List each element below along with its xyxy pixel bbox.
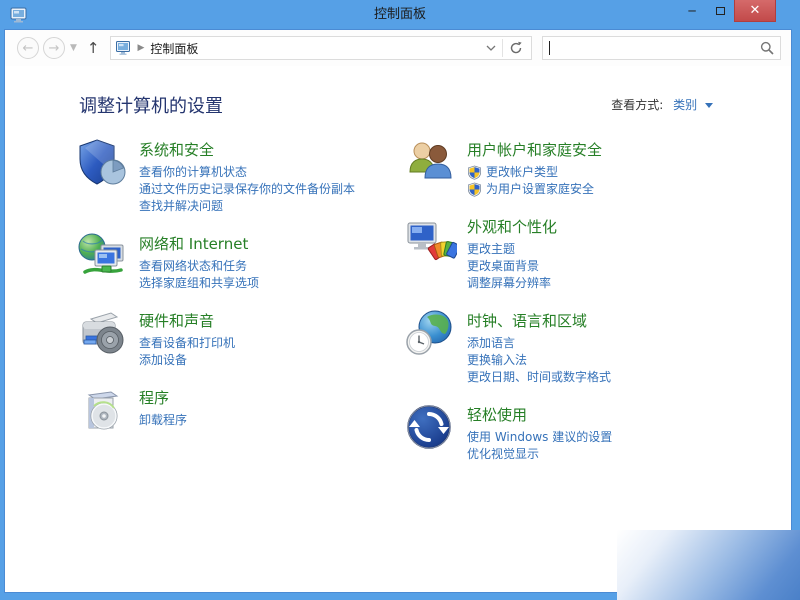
uac-shield-icon [467,165,482,180]
page-title: 调整计算机的设置 [79,92,223,118]
navigation-bar: ← → ▼ ↑ ▶ 控制面板 [5,30,791,66]
globe-clock-icon[interactable] [405,309,457,359]
breadcrumb-item-control-panel[interactable]: 控制面板 [150,40,198,57]
software-box-icon[interactable] [77,386,129,436]
category-system-security: 系统和安全 查看你的计算机状态 通过文件历史记录保存你的文件备份副本 查找并解决… [77,138,405,215]
address-dropdown-chevron-icon[interactable] [486,45,496,51]
globe-monitors-icon[interactable] [77,232,129,282]
uac-shield-icon [467,182,482,197]
link-view-computer-status[interactable]: 查看你的计算机状态 [139,164,355,181]
corner-gradient-artifact [617,530,800,600]
view-by-chevron-icon[interactable] [705,103,713,108]
control-panel-window: 控制面板 ─ ✕ ← → ▼ ↑ ▶ 控制面板 [0,0,800,600]
up-button[interactable]: ↑ [87,39,100,57]
category-title-network-internet[interactable]: 网络和 Internet [139,233,248,254]
category-title-clock-language-region[interactable]: 时钟、语言和区域 [467,310,587,331]
category-title-hardware-sound[interactable]: 硬件和声音 [139,310,214,331]
right-column: 用户帐户和家庭安全 更改帐户类型 [405,138,733,463]
link-adjust-screen-resolution[interactable]: 调整屏幕分辨率 [467,275,557,292]
monitor-palette-icon[interactable] [405,215,457,265]
address-bar[interactable]: ▶ 控制面板 [110,36,532,60]
ease-of-access-icon[interactable] [405,403,457,453]
back-button[interactable]: ← [17,37,39,59]
link-uninstall-program[interactable]: 卸载程序 [139,412,187,429]
shield-pie-icon[interactable] [77,138,129,188]
link-change-input-methods[interactable]: 更换输入法 [467,352,611,369]
window-controls: ─ ✕ [678,0,776,22]
link-optimize-visual-display[interactable]: 优化视觉显示 [467,446,612,463]
category-programs: 程序 卸载程序 [77,386,405,436]
category-title-ease-of-access[interactable]: 轻松使用 [467,404,527,425]
forward-button[interactable]: → [43,37,65,59]
minimize-button[interactable]: ─ [678,0,706,22]
category-title-system-security[interactable]: 系统和安全 [139,139,214,160]
refresh-button[interactable] [503,37,529,59]
window-client-area: ← → ▼ ↑ ▶ 控制面板 [5,30,791,592]
category-hardware-sound: 硬件和声音 查看设备和打印机 添加设备 [77,309,405,369]
category-title-appearance-personalization[interactable]: 外观和个性化 [467,216,557,237]
category-clock-language-region: 时钟、语言和区域 添加语言 更换输入法 更改日期、时间或数字格式 [405,309,733,386]
breadcrumb-separator-icon: ▶ [138,43,145,53]
view-by-label: 查看方式: [611,98,663,112]
close-button[interactable]: ✕ [734,0,776,22]
category-area: 系统和安全 查看你的计算机状态 通过文件历史记录保存你的文件备份副本 查找并解决… [5,138,791,592]
link-suggested-settings[interactable]: 使用 Windows 建议的设置 [467,429,612,446]
category-title-programs[interactable]: 程序 [139,387,169,408]
left-column: 系统和安全 查看你的计算机状态 通过文件历史记录保存你的文件备份副本 查找并解决… [77,138,405,463]
breadcrumb-control-panel-icon [116,41,132,55]
view-by-control: 查看方式: 类别 [611,96,713,113]
titlebar: 控制面板 ─ ✕ [0,0,800,30]
link-add-device[interactable]: 添加设备 [139,352,235,369]
link-find-fix-problems[interactable]: 查找并解决问题 [139,198,355,215]
recent-pages-chevron-icon[interactable]: ▼ [70,43,77,53]
maximize-button[interactable] [706,0,734,22]
link-change-account-type[interactable]: 更改帐户类型 [467,164,602,181]
link-network-status-tasks[interactable]: 查看网络状态和任务 [139,258,259,275]
text-cursor [549,41,550,55]
control-panel-window-icon [10,7,28,23]
page-header: 调整计算机的设置 查看方式: 类别 [5,66,791,138]
search-icon[interactable] [760,41,774,55]
link-change-theme[interactable]: 更改主题 [467,241,557,258]
link-change-date-time-formats[interactable]: 更改日期、时间或数字格式 [467,369,611,386]
category-ease-of-access: 轻松使用 使用 Windows 建议的设置 优化视觉显示 [405,403,733,463]
category-appearance-personalization: 外观和个性化 更改主题 更改桌面背景 调整屏幕分辨率 [405,215,733,292]
printer-speaker-icon[interactable] [77,309,129,359]
link-family-safety[interactable]: 为用户设置家庭安全 [467,181,602,198]
category-user-accounts-family: 用户帐户和家庭安全 更改帐户类型 [405,138,733,198]
link-file-history-backup[interactable]: 通过文件历史记录保存你的文件备份副本 [139,181,355,198]
link-devices-printers[interactable]: 查看设备和打印机 [139,335,235,352]
search-input[interactable] [542,36,782,60]
link-add-language[interactable]: 添加语言 [467,335,611,352]
category-title-user-accounts-family[interactable]: 用户帐户和家庭安全 [467,139,602,160]
link-change-desktop-background[interactable]: 更改桌面背景 [467,258,557,275]
link-homegroup-sharing[interactable]: 选择家庭组和共享选项 [139,275,259,292]
two-users-icon[interactable] [405,138,457,188]
view-by-value[interactable]: 类别 [673,98,697,112]
category-network-internet: 网络和 Internet 查看网络状态和任务 选择家庭组和共享选项 [77,232,405,292]
maximize-icon [716,7,725,15]
